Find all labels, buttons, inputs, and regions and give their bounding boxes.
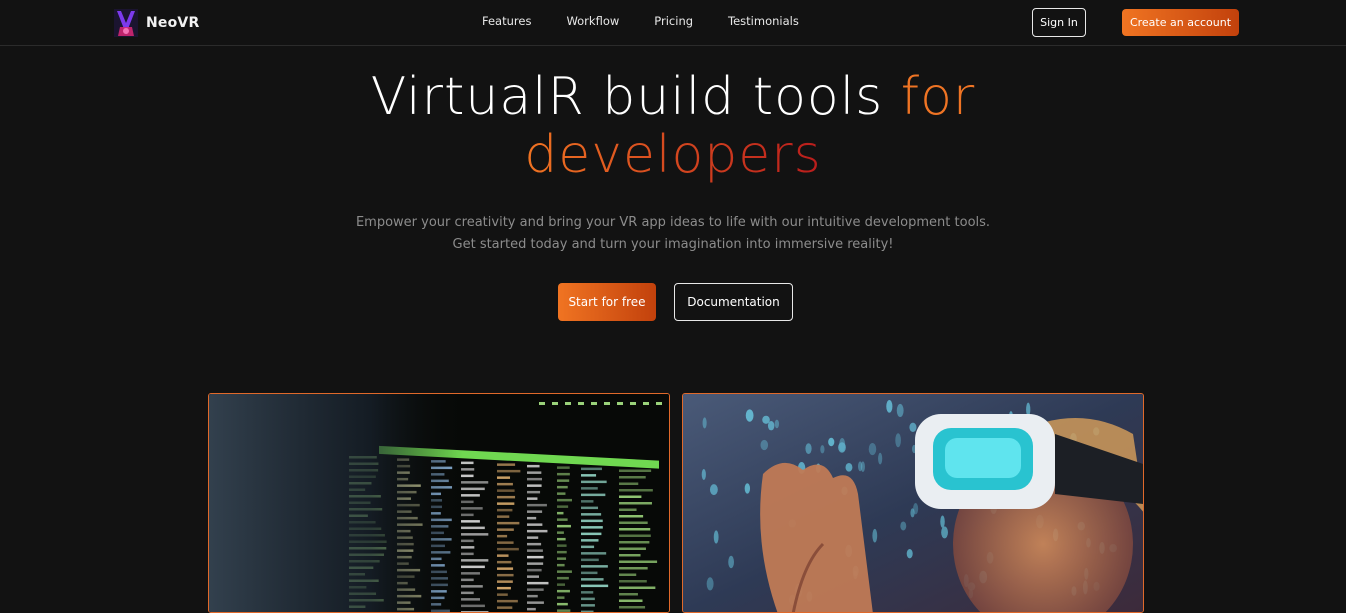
- create-account-button[interactable]: Create an account: [1122, 9, 1239, 36]
- navbar: NeoVR Features Workflow Pricing Testimon…: [0, 0, 1346, 46]
- hero-title: VirtualR build tools for developers: [0, 68, 1346, 184]
- hero-subtitle-line-2: Get started today and turn your imaginat…: [0, 234, 1346, 256]
- nav-link-workflow[interactable]: Workflow: [566, 14, 619, 28]
- hero-title-accent-for: for: [901, 67, 976, 127]
- hero-subtitle: Empower your creativity and bring your V…: [0, 212, 1346, 256]
- nav-link-features[interactable]: Features: [482, 14, 531, 28]
- vr-headset-image: [682, 393, 1144, 613]
- code-terminal-image: [208, 393, 670, 613]
- nav-link-testimonials[interactable]: Testimonials: [728, 14, 799, 28]
- hero-title-accent-developers: developers: [524, 125, 822, 185]
- brand-name: NeoVR: [146, 15, 199, 31]
- hero-subtitle-line-1: Empower your creativity and bring your V…: [0, 212, 1346, 234]
- brand[interactable]: NeoVR: [114, 8, 199, 38]
- hero-title-main: VirtualR build tools: [371, 67, 901, 127]
- documentation-button[interactable]: Documentation: [674, 283, 793, 321]
- start-for-free-button[interactable]: Start for free: [558, 283, 656, 321]
- sign-in-button[interactable]: Sign In: [1032, 8, 1086, 37]
- neovr-logo-icon: [114, 9, 138, 37]
- nav-link-pricing[interactable]: Pricing: [654, 14, 693, 28]
